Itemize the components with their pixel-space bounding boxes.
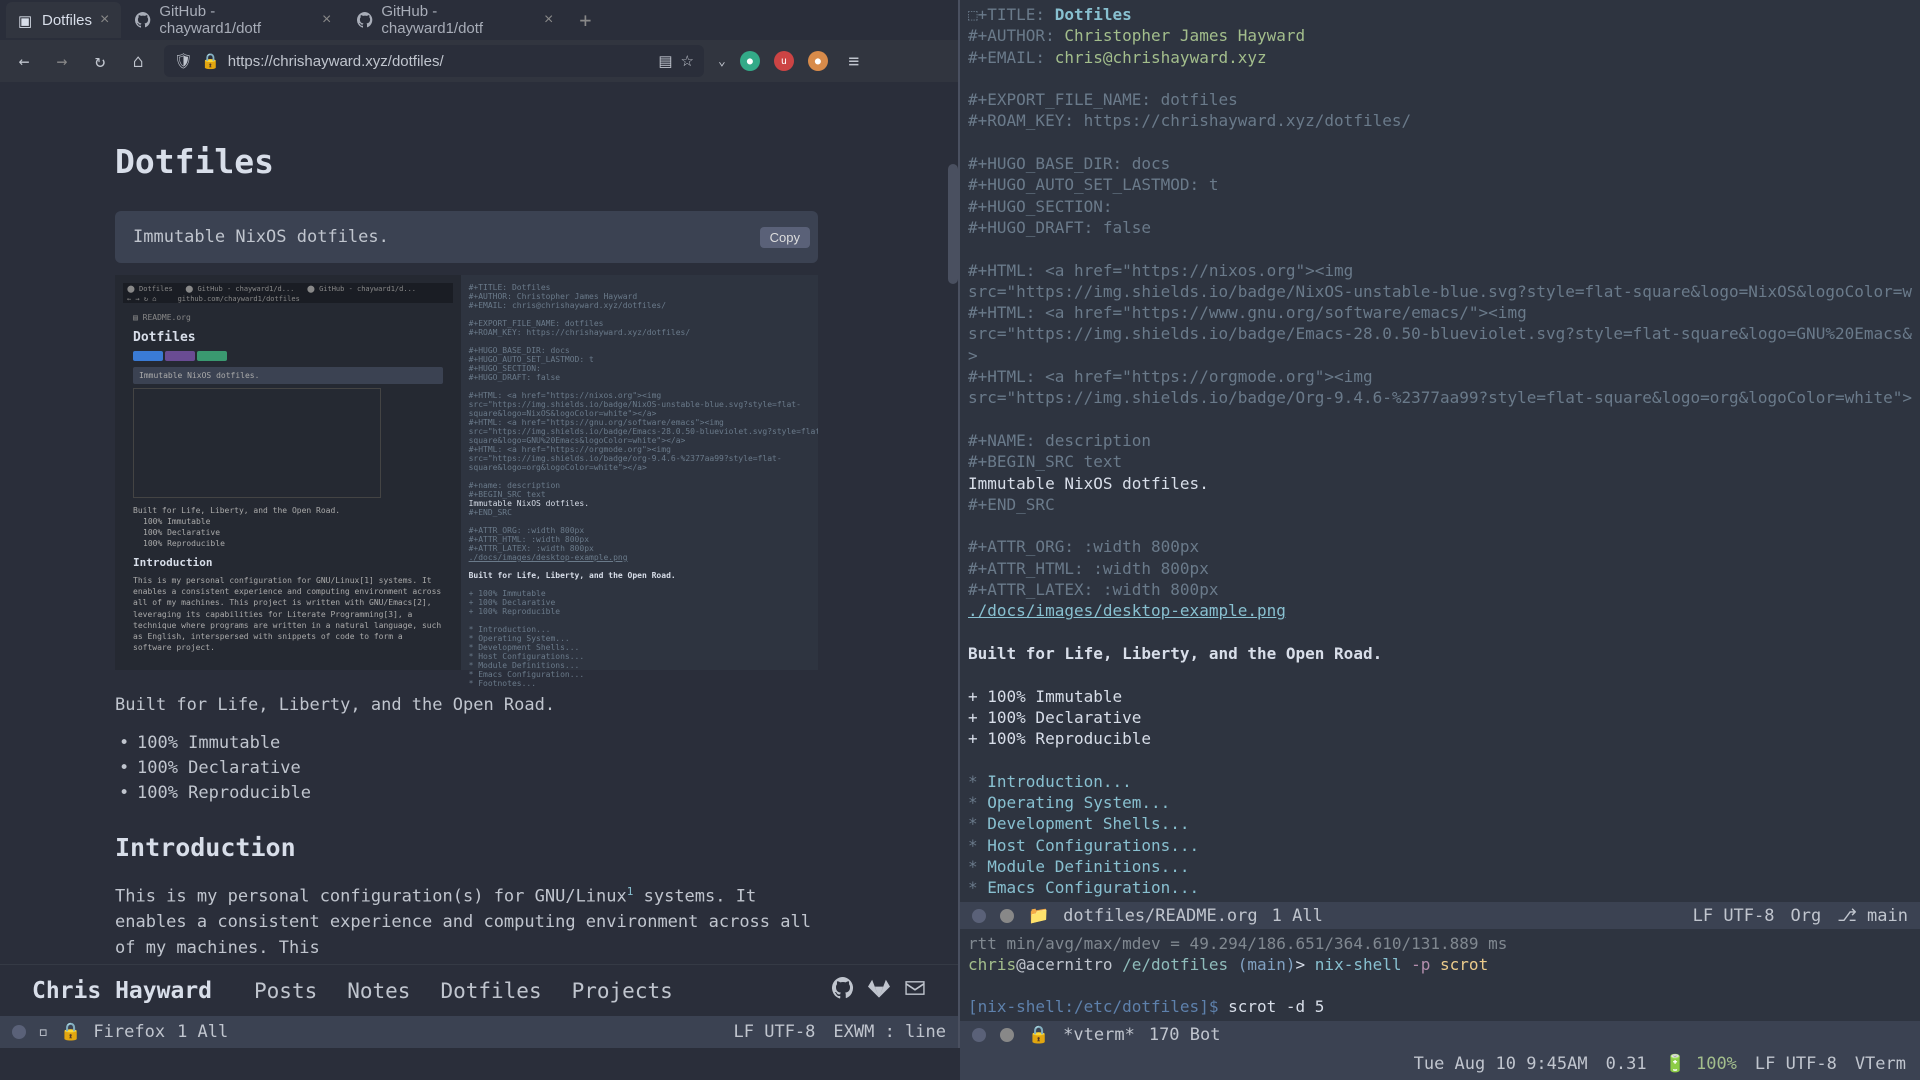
site-navigation: Chris Hayward Posts Notes Dotfiles Proje… xyxy=(0,964,958,1016)
org-heading[interactable]: Introduction... xyxy=(987,772,1132,791)
nav-posts[interactable]: Posts xyxy=(254,979,317,1003)
page-title: Dotfiles xyxy=(115,142,818,181)
email-icon[interactable] xyxy=(904,977,926,1004)
position: 1 All xyxy=(177,1022,228,1042)
mode: EXWM : line xyxy=(833,1022,946,1042)
browser-tab-bar: ▣ Dotfiles × GitHub - chayward1/dotf × G… xyxy=(0,0,958,40)
code-block: Immutable NixOS dotfiles. Copy xyxy=(115,211,818,263)
menu-icon[interactable]: ≡ xyxy=(842,51,866,72)
modeline-circle-icon xyxy=(972,1028,986,1042)
encoding: LF UTF-8 xyxy=(1755,1054,1837,1074)
close-icon[interactable]: × xyxy=(100,11,109,29)
github-icon xyxy=(135,12,151,28)
org-heading[interactable]: Host Configurations... xyxy=(987,836,1199,855)
reader-icon[interactable]: ▤ xyxy=(658,52,672,70)
intro-heading: Introduction xyxy=(115,833,818,862)
terminal-modeline: 🔒 *vterm* 170 Bot xyxy=(960,1021,1920,1048)
browser-tab-1[interactable]: ▣ Dotfiles × xyxy=(6,2,121,38)
tab-title: GitHub - chayward1/dotf xyxy=(159,3,314,37)
bookmark-star-icon[interactable]: ☆ xyxy=(681,52,694,70)
git-branch: ⎇ main xyxy=(1837,906,1908,926)
tab-title: Dotfiles xyxy=(42,12,92,29)
org-author: Christopher James Hayward xyxy=(1064,26,1305,45)
back-button[interactable]: ← xyxy=(12,51,36,72)
org-email: chris@chrishayward.xyz xyxy=(1055,48,1267,67)
lock-icon: 🔒 xyxy=(60,1022,81,1042)
file-path: dotfiles/README.org xyxy=(1063,906,1257,926)
github-icon xyxy=(357,12,373,28)
lock-icon: 🔒 xyxy=(201,52,220,70)
browser-tab-3[interactable]: GitHub - chayward1/dotf × xyxy=(345,2,565,38)
mode: VTerm xyxy=(1855,1054,1906,1074)
file-icon: ▫ xyxy=(38,1022,48,1042)
lock-icon: 🔒 xyxy=(1028,1025,1049,1045)
reload-button[interactable]: ↻ xyxy=(88,51,112,72)
nav-dotfiles[interactable]: Dotfiles xyxy=(440,979,541,1003)
extension-ublock-icon[interactable]: u xyxy=(774,51,794,71)
close-icon[interactable]: × xyxy=(544,11,553,29)
system-load: 0.31 xyxy=(1606,1054,1647,1074)
home-button[interactable]: ⌂ xyxy=(126,51,150,72)
editor-modeline: 📁 dotfiles/README.org 1 All LF UTF-8 Org… xyxy=(960,902,1920,929)
site-favicon-icon: ▣ xyxy=(18,12,34,28)
modeline-circle-icon xyxy=(1000,909,1014,923)
terminal-buffer[interactable]: rtt min/avg/max/mdev = 49.294/186.651/36… xyxy=(960,929,1920,1021)
github-icon[interactable] xyxy=(832,977,854,1004)
feature-list: 100% Immutable 100% Declarative 100% Rep… xyxy=(115,733,818,803)
nav-notes[interactable]: Notes xyxy=(347,979,410,1003)
folder-icon: 📁 xyxy=(1028,906,1049,926)
browser-tab-2[interactable]: GitHub - chayward1/dotf × xyxy=(123,2,343,38)
new-tab-button[interactable]: + xyxy=(567,8,603,32)
battery-icon: 🔋 100% xyxy=(1665,1054,1737,1074)
close-icon[interactable]: × xyxy=(322,11,331,29)
terminal-output: rtt min/avg/max/mdev = 49.294/186.651/36… xyxy=(968,933,1912,954)
tab-title: GitHub - chayward1/dotf xyxy=(381,3,536,37)
org-title: Dotfiles xyxy=(1055,5,1132,24)
image-path-link[interactable]: ./docs/images/desktop-example.png xyxy=(968,601,1286,620)
intro-paragraph: This is my personal configuration(s) for… xyxy=(115,884,818,961)
datetime: Tue Aug 10 9:45AM xyxy=(1414,1054,1588,1074)
org-heading[interactable]: Development Shells... xyxy=(987,814,1189,833)
org-heading[interactable]: Emacs Configuration... xyxy=(987,878,1199,897)
code-content: Immutable NixOS dotfiles. xyxy=(133,227,389,247)
url-text: https://chrishayward.xyz/dotfiles/ xyxy=(228,53,651,70)
gitlab-icon[interactable] xyxy=(868,977,890,1004)
nav-projects[interactable]: Projects xyxy=(572,979,673,1003)
list-item: 100% Immutable xyxy=(137,733,818,753)
copy-button[interactable]: Copy xyxy=(760,227,810,248)
terminal-prompt-line: chris@acernitro /e/dotfiles (main)> nix-… xyxy=(968,954,1912,975)
embedded-screenshot: ⬤ Dotfiles ⬤ GitHub - chayward1/d... ⬤ G… xyxy=(115,275,818,670)
browser-nav-bar: ← → ↻ ⌂ 🛡 🔒 https://chrishayward.xyz/dot… xyxy=(0,40,958,82)
extension-1-icon[interactable]: ● xyxy=(740,51,760,71)
forward-button[interactable]: → xyxy=(50,51,74,72)
position: 170 Bot xyxy=(1149,1025,1221,1045)
global-status-bar: Tue Aug 10 9:45AM 0.31 🔋 100% LF UTF-8 V… xyxy=(0,1048,1920,1080)
modeline-circle-icon xyxy=(1000,1028,1014,1042)
tagline: Built for Life, Liberty, and the Open Ro… xyxy=(115,695,818,715)
site-brand[interactable]: Chris Hayward xyxy=(32,978,212,1004)
list-item: 100% Declarative xyxy=(137,758,818,778)
extension-3-icon[interactable]: ● xyxy=(808,51,828,71)
left-modeline: ▫ 🔒 Firefox 1 All LF UTF-8 EXWM : line xyxy=(0,1016,958,1048)
scrollbar-thumb[interactable] xyxy=(948,164,958,284)
org-heading[interactable]: Module Definitions... xyxy=(987,857,1189,876)
modeline-circle-icon xyxy=(12,1025,26,1039)
shield-icon: 🛡 xyxy=(174,52,193,70)
address-bar[interactable]: 🛡 🔒 https://chrishayward.xyz/dotfiles/ ▤… xyxy=(164,45,704,77)
editor-buffer[interactable]: ⬚+TITLE: Dotfiles #+AUTHOR: Christopher … xyxy=(960,0,1920,902)
modeline-circle-icon xyxy=(972,909,986,923)
org-heading[interactable]: Operating System... xyxy=(987,793,1170,812)
position: 1 All xyxy=(1272,906,1323,926)
pocket-icon[interactable]: ⌄ xyxy=(718,54,726,69)
page-content: Dotfiles Immutable NixOS dotfiles. Copy … xyxy=(0,82,958,964)
encoding: LF UTF-8 xyxy=(734,1022,816,1042)
buffer-name: Firefox xyxy=(93,1022,165,1042)
encoding: LF UTF-8 xyxy=(1693,906,1775,926)
list-item: 100% Reproducible xyxy=(137,783,818,803)
terminal-prompt-line: [nix-shell:/etc/dotfiles]$ scrot -d 5 xyxy=(968,996,1912,1017)
mode: Org xyxy=(1791,906,1822,926)
buffer-name: *vterm* xyxy=(1063,1025,1135,1045)
